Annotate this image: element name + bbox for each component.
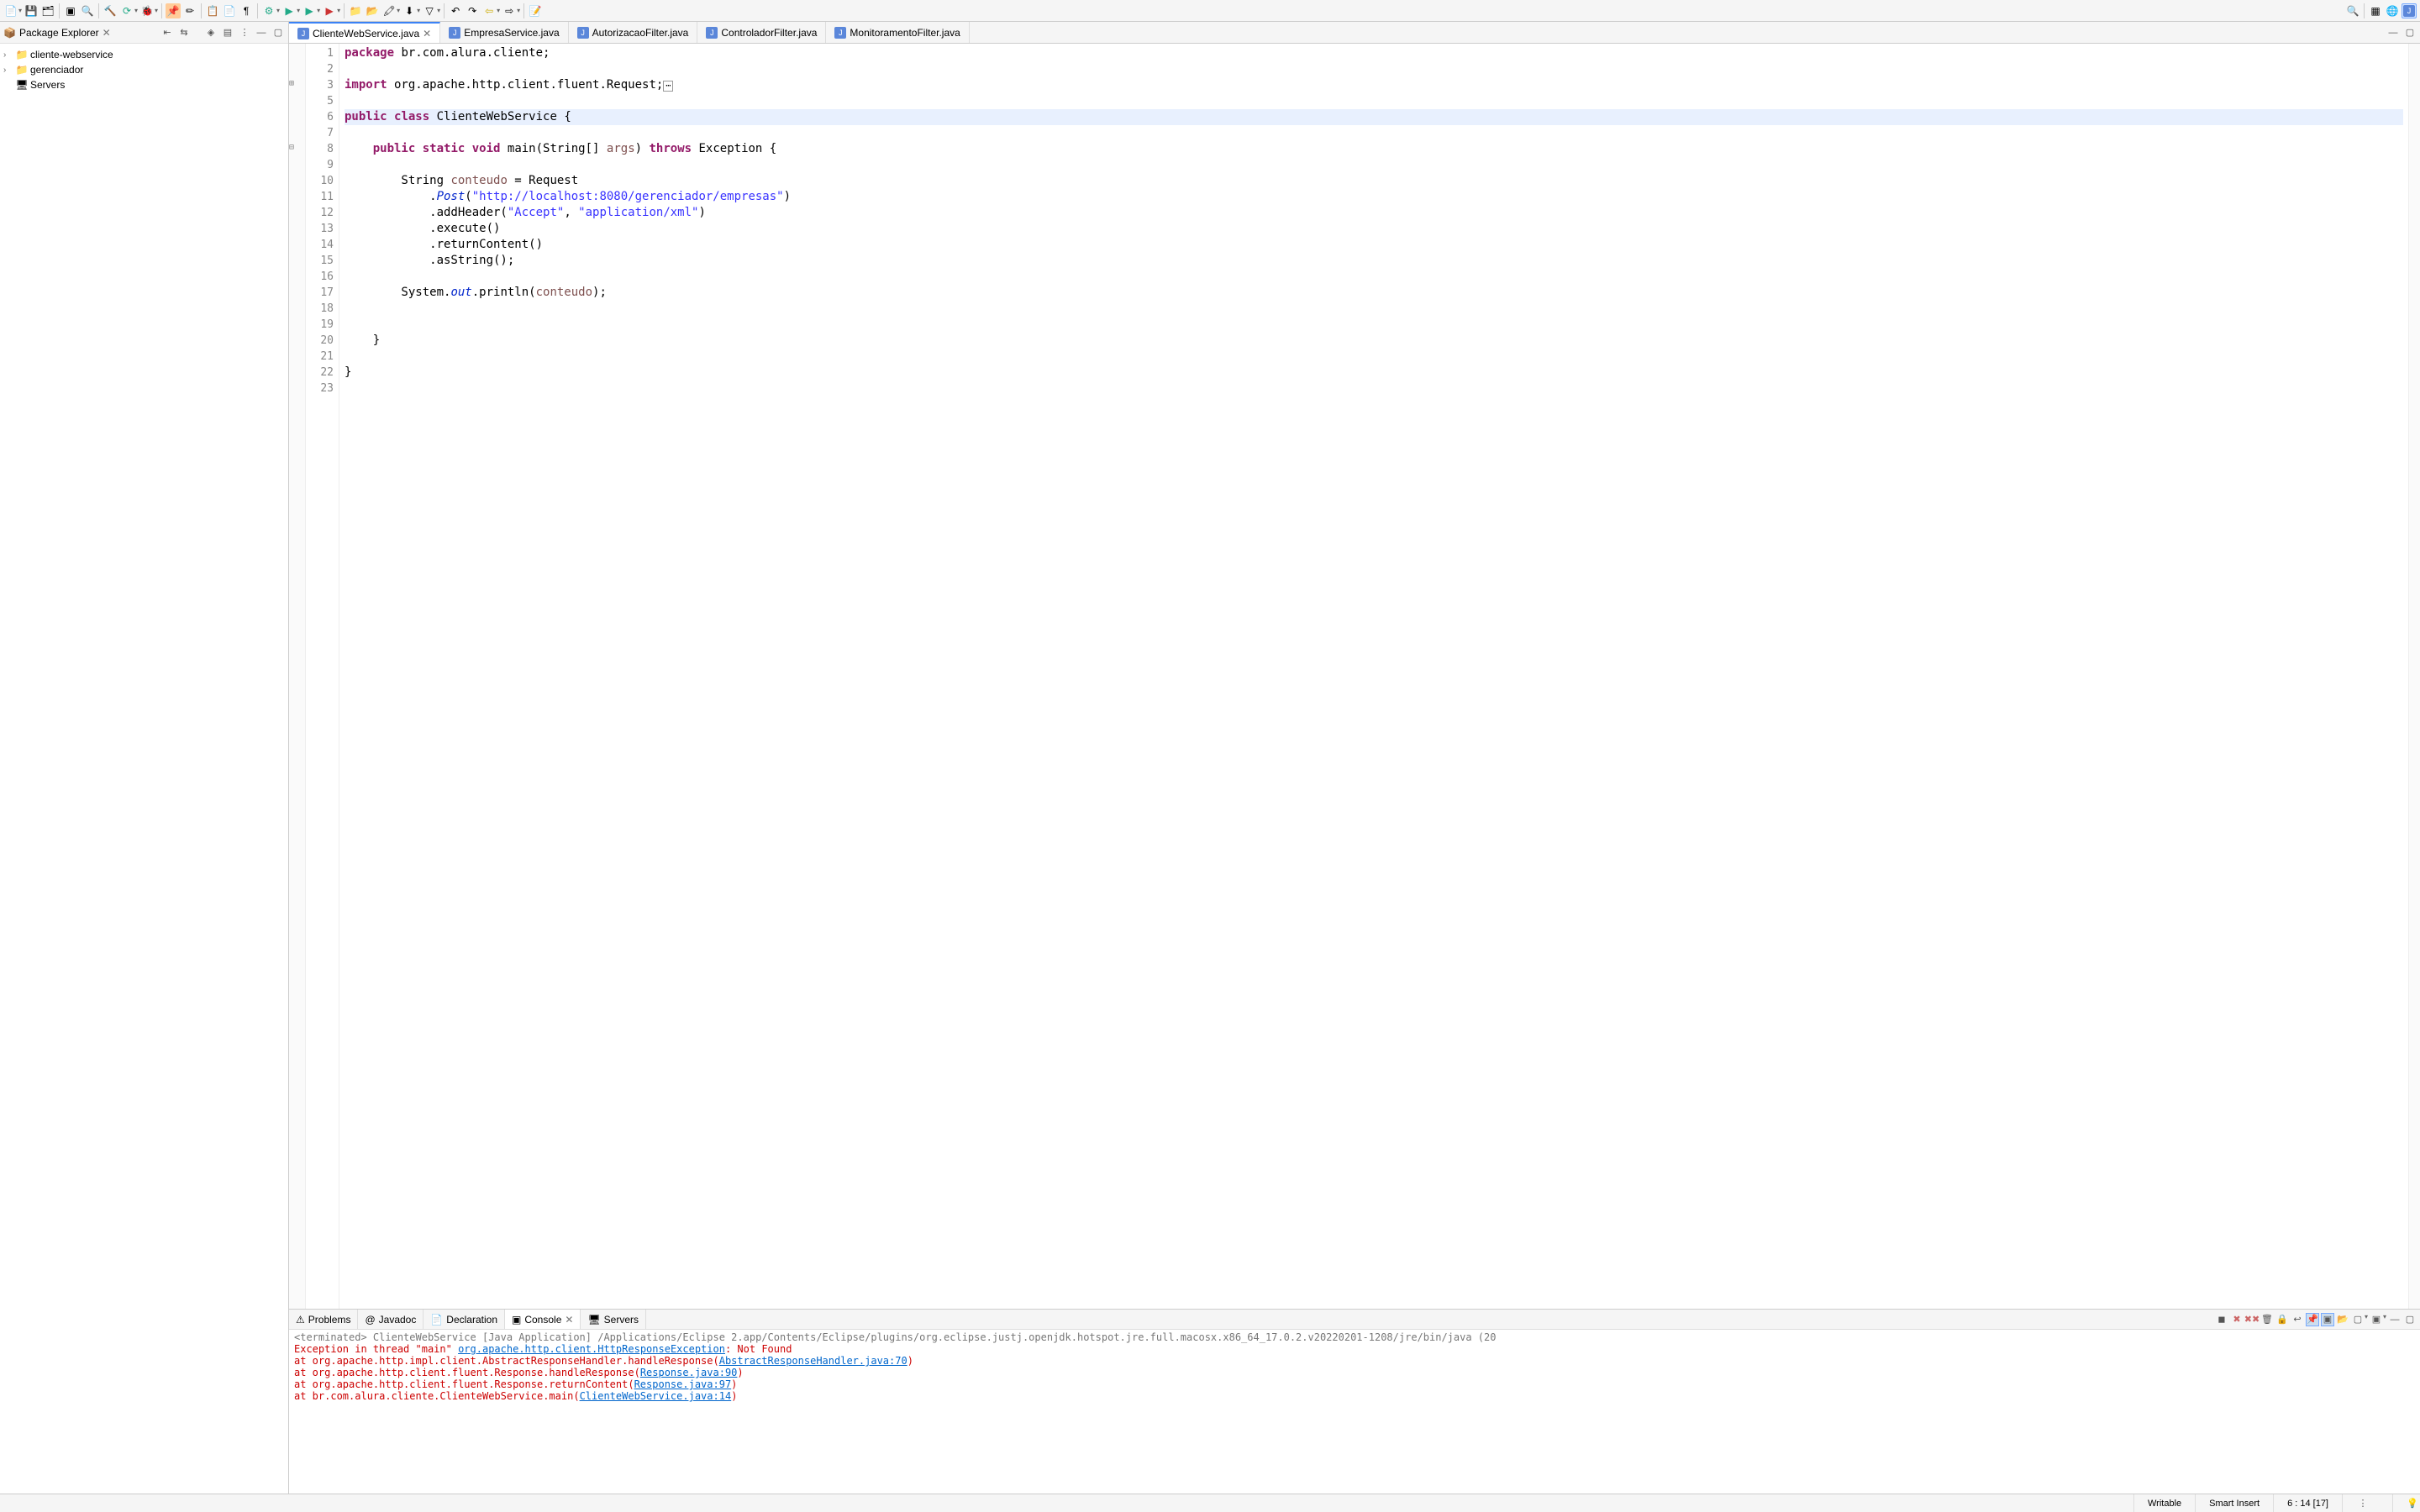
- project-tree[interactable]: ›📁cliente-webservice›📁gerenciador🖥Server…: [0, 44, 288, 1494]
- pin-icon[interactable]: 📌: [166, 3, 181, 18]
- stacktrace-link[interactable]: org.apache.http.client.HttpResponseExcep…: [458, 1343, 725, 1355]
- java-ee-icon[interactable]: 🌐: [2385, 3, 2400, 18]
- new-icon[interactable]: 📄: [3, 3, 18, 18]
- bottom-panel: ⚠Problems@Javadoc📄Declaration▣Console✕🖥S…: [289, 1309, 2420, 1494]
- breakpoint-icon[interactable]: ⚙: [261, 3, 276, 18]
- wand-icon[interactable]: 🖍: [381, 3, 397, 18]
- collapse-icon[interactable]: ⇤: [160, 26, 174, 39]
- package-explorer-panel: 📦 Package Explorer ✕ ⇤ ⇆ ◈ ▤ ⋮ — ▢ ›📁cli…: [0, 22, 289, 1494]
- redo-icon[interactable]: ↷: [465, 3, 480, 18]
- console-display-icon[interactable]: ▢: [2351, 1313, 2365, 1326]
- close-panel-icon[interactable]: ✕: [103, 27, 111, 39]
- editor-maximize-icon[interactable]: ▢: [2403, 26, 2417, 39]
- close-tab-icon[interactable]: ✕: [423, 28, 431, 39]
- bottom-tab-javadoc[interactable]: @Javadoc: [358, 1310, 424, 1329]
- tree-item-Servers[interactable]: 🖥Servers: [0, 77, 288, 92]
- open-icon[interactable]: 📂: [365, 3, 380, 18]
- java-file-icon: J: [834, 27, 846, 39]
- minimize-icon[interactable]: —: [255, 26, 268, 39]
- paste-icon[interactable]: 📄: [222, 3, 237, 18]
- stacktrace-link[interactable]: Response.java:97: [634, 1378, 732, 1390]
- search-button[interactable]: 🔍: [2345, 3, 2360, 18]
- stacktrace-link[interactable]: ClienteWebService.java:14: [580, 1390, 732, 1402]
- console-clear-icon[interactable]: 🗑: [2260, 1313, 2274, 1326]
- status-menu-icon[interactable]: ⋮: [2356, 1497, 2370, 1510]
- terminal-icon[interactable]: ▣: [63, 3, 78, 18]
- tab-EmpresaService.java[interactable]: JEmpresaService.java: [440, 22, 568, 43]
- main-toolbar: 📄▾ 💾 🗂 ▣ 🔍 🔨 ⟳▾ 🐞▾ 📌 ✏ 📋 📄 ¶ ⚙▾ ▶▾ ▶▾ ▶▾…: [0, 0, 2420, 22]
- run-last-icon[interactable]: ▶: [302, 3, 317, 18]
- stop-icon[interactable]: ▶: [322, 3, 337, 18]
- console-showstd-icon[interactable]: ▣: [2321, 1313, 2334, 1326]
- para-icon[interactable]: ¶: [239, 3, 254, 18]
- editor-minimize-icon[interactable]: —: [2386, 26, 2400, 39]
- tab-ClienteWebService.java[interactable]: JClienteWebService.java✕: [289, 22, 440, 43]
- panel-minimize-icon[interactable]: —: [2388, 1313, 2402, 1326]
- perspective-icon[interactable]: ▦: [2368, 3, 2383, 18]
- bottom-tab-console[interactable]: ▣Console✕: [505, 1310, 581, 1329]
- package-explorer-title: 📦 Package Explorer ✕: [3, 27, 111, 39]
- console-scrolllock-icon[interactable]: 🔒: [2275, 1313, 2289, 1326]
- build-icon[interactable]: 🔨: [103, 3, 118, 18]
- folder-icon[interactable]: 📁: [348, 3, 363, 18]
- save-all-icon[interactable]: 🗂: [40, 3, 55, 18]
- package-icon: 📦: [3, 27, 16, 39]
- run-icon[interactable]: ▶: [281, 3, 297, 18]
- stacktrace-link[interactable]: AbstractResponseHandler.java:70: [719, 1355, 908, 1367]
- copy-icon[interactable]: 📋: [205, 3, 220, 18]
- java-perspective-icon[interactable]: J: [2402, 3, 2417, 18]
- java-file-icon: J: [706, 27, 718, 39]
- code-editor[interactable]: ⊞⊟ 123567891011121314151617181920212223 …: [289, 44, 2420, 1309]
- menu-icon[interactable]: ⋮: [238, 26, 251, 39]
- panel-maximize-icon[interactable]: ▢: [2403, 1313, 2417, 1326]
- console-pin-icon[interactable]: 📌: [2306, 1313, 2319, 1326]
- java-file-icon: J: [449, 27, 460, 39]
- status-position: 6 : 14 [17]: [2273, 1494, 2342, 1512]
- java-file-icon: J: [577, 27, 589, 39]
- stacktrace-link[interactable]: Response.java:90: [640, 1367, 738, 1378]
- tree-item-cliente-webservice[interactable]: ›📁cliente-webservice: [0, 47, 288, 62]
- console-output[interactable]: <terminated> ClienteWebService [Java App…: [289, 1330, 2420, 1494]
- edit-icon[interactable]: ✏: [182, 3, 197, 18]
- console-new-icon[interactable]: ▣: [2370, 1313, 2383, 1326]
- link-icon[interactable]: ⇆: [177, 26, 191, 39]
- status-bar: Writable Smart Insert 6 : 14 [17] ⋮ 💡: [0, 1494, 2420, 1512]
- tab-ControladorFilter.java[interactable]: JControladorFilter.java: [697, 22, 826, 43]
- tab-AutorizacaoFilter.java[interactable]: JAutorizacaoFilter.java: [569, 22, 698, 43]
- tip-icon[interactable]: 💡: [2407, 1497, 2418, 1510]
- console-terminate-icon[interactable]: ◼: [2215, 1313, 2228, 1326]
- tree-item-gerenciador[interactable]: ›📁gerenciador: [0, 62, 288, 77]
- focus-icon[interactable]: ◈: [204, 26, 218, 39]
- filter-icon[interactable]: ▽: [422, 3, 437, 18]
- console-remove-icon[interactable]: ✖: [2230, 1313, 2244, 1326]
- task-icon[interactable]: 📝: [528, 3, 543, 18]
- console-removeall-icon[interactable]: ✖✖: [2245, 1313, 2259, 1326]
- debug-icon[interactable]: 🐞: [139, 3, 155, 18]
- refresh-icon[interactable]: ⟳: [119, 3, 134, 18]
- bottom-tab-declaration[interactable]: 📄Declaration: [424, 1310, 505, 1329]
- close-icon[interactable]: ✕: [565, 1314, 573, 1326]
- down-icon[interactable]: ⬇: [402, 3, 417, 18]
- console-open-icon[interactable]: 📂: [2336, 1313, 2349, 1326]
- filter2-icon[interactable]: ▤: [221, 26, 234, 39]
- tab-MonitoramentoFilter.java[interactable]: JMonitoramentoFilter.java: [826, 22, 969, 43]
- back-icon[interactable]: ⇦: [481, 3, 497, 18]
- undo-icon[interactable]: ↶: [448, 3, 463, 18]
- fwd-icon[interactable]: ⇨: [502, 3, 517, 18]
- zoom-icon[interactable]: 🔍: [80, 3, 95, 18]
- console-wordwrap-icon[interactable]: ↩: [2291, 1313, 2304, 1326]
- maximize-icon[interactable]: ▢: [271, 26, 285, 39]
- editor-tabs: JClienteWebService.java✕JEmpresaService.…: [289, 22, 2420, 44]
- status-insert: Smart Insert: [2195, 1494, 2273, 1512]
- bottom-tab-servers[interactable]: 🖥Servers: [581, 1310, 646, 1329]
- save-icon[interactable]: 💾: [24, 3, 39, 18]
- java-file-icon: J: [297, 28, 309, 39]
- bottom-tab-problems[interactable]: ⚠Problems: [289, 1310, 358, 1329]
- status-writable: Writable: [2133, 1494, 2195, 1512]
